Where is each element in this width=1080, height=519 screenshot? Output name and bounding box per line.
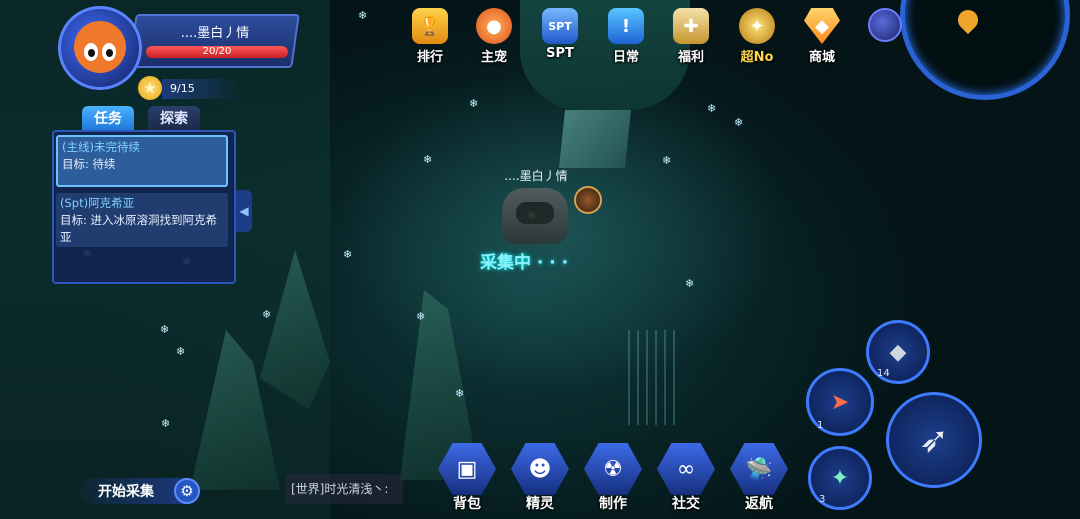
daily-icon: ! — [608, 8, 644, 44]
snowflake: ❄ — [734, 116, 744, 129]
star-count: 9/15 — [162, 79, 240, 99]
menu-label: 福利 — [677, 50, 704, 65]
menu-spt-button[interactable]: SPT SPT — [535, 8, 585, 66]
gear-icon[interactable]: ⚙ — [174, 478, 200, 504]
bottom-label: 返航 — [745, 496, 773, 512]
diamond-icon: ◆ — [804, 8, 840, 44]
snowflake: ❄ — [160, 323, 170, 336]
drill-icon: ➶ — [918, 419, 950, 461]
gift-icon: ✚ — [673, 8, 709, 44]
start-gather-label[interactable]: 开始采集 — [98, 481, 154, 501]
menu-chaono-button[interactable]: ✦ 超No — [732, 8, 782, 66]
fish-icon: ➤ — [830, 389, 850, 415]
menu-label: 排行 — [416, 50, 443, 65]
menu-label: 主宠 — [480, 50, 507, 65]
character-visor — [516, 202, 554, 224]
bottom-label: 背包 — [453, 496, 481, 512]
avatar-eye — [102, 43, 116, 61]
collapse-panel-icon[interactable]: ◀ — [236, 190, 252, 232]
hp-text: 20/20 — [202, 46, 232, 57]
collecting-status: 采集中 · · · — [480, 253, 569, 273]
snowflake: ❄ — [358, 9, 368, 22]
snowflake: ❄ — [262, 308, 272, 321]
player-character[interactable] — [502, 188, 568, 244]
menu-label: 超No — [740, 50, 774, 65]
quest-item-spt[interactable]: (Spt)阿克希亚 目标: 进入冰原溶洞找到阿克希亚 — [56, 193, 228, 247]
item-count: 3 — [819, 494, 826, 505]
item-count: 14 — [877, 368, 890, 379]
tab-tasks[interactable]: 任务 — [82, 106, 134, 132]
backpack-button[interactable]: ▣ 背包 — [436, 443, 498, 513]
item-count: 1 — [817, 420, 824, 431]
social-icon: ∞ — [657, 443, 715, 495]
menu-label: 日常 — [612, 50, 639, 65]
quest-title: (主线)未完待续 — [62, 140, 140, 154]
crystal-icon: ◆ — [889, 339, 907, 365]
snowflake: ❄ — [423, 153, 433, 166]
avatar-eye — [84, 43, 98, 61]
fish-item-slot[interactable]: ➤ 1 — [806, 368, 874, 436]
player-name: ....墨白丿情 — [180, 26, 250, 41]
world-chat[interactable]: [世界]时光清浅丶: — [285, 474, 403, 504]
minimap[interactable] — [900, 0, 1070, 100]
snowflake: ❄ — [707, 102, 717, 115]
pet-icon: ● — [476, 8, 512, 44]
social-button[interactable]: ∞ 社交 — [655, 443, 717, 513]
map-globe-icon[interactable] — [868, 8, 902, 42]
backpack-icon: ▣ — [438, 443, 496, 495]
snowflake: ❄ — [469, 97, 479, 110]
menu-daily-button[interactable]: ! 日常 — [601, 8, 651, 66]
spt-badge-icon: SPT — [542, 8, 578, 44]
character-name: ....墨白丿情 — [504, 169, 568, 183]
trophy-icon: 🏆 — [412, 8, 448, 44]
tab-explore[interactable]: 探索 — [148, 106, 200, 132]
craft-icon: ☢ — [584, 443, 642, 495]
snowflake: ❄ — [161, 417, 171, 430]
chaono-icon: ✦ — [739, 8, 775, 44]
light-beam — [628, 330, 678, 425]
capsule-icon: ✦ — [830, 465, 850, 491]
spirit-button[interactable]: ☻ 精灵 — [509, 443, 571, 513]
ufo-icon: 🛸 — [730, 443, 788, 495]
menu-shop-button[interactable]: ◆ 商城 — [797, 8, 847, 66]
game-scene: ❄ ❄ ❄ ❄ ❄ ❄ ❄ ❄ ❄ ❄ ❄ ❄ ❄ ❄ ❄ ❄ ❄ ....墨白… — [0, 0, 1080, 519]
snowflake: ❄ — [685, 277, 695, 290]
star-icon: ★ — [138, 76, 162, 100]
avatar-face — [74, 21, 126, 73]
menu-ranking-button[interactable]: 🏆 排行 — [405, 8, 455, 66]
bottom-label: 精灵 — [526, 496, 554, 512]
menu-label: SPT — [546, 46, 574, 61]
quest-desc: 目标: 待续 — [62, 157, 116, 171]
capsule-item-slot[interactable]: ✦ 3 — [808, 446, 872, 510]
craft-button[interactable]: ☢ 制作 — [582, 443, 644, 513]
snowflake: ❄ — [662, 154, 672, 167]
snowflake: ❄ — [455, 387, 465, 400]
snowflake: ❄ — [416, 310, 426, 323]
menu-label: 商城 — [808, 50, 835, 65]
menu-welfare-button[interactable]: ✚ 福利 — [666, 8, 716, 66]
ice-cube — [558, 110, 632, 168]
crystal-item-slot[interactable]: ◆ 14 — [866, 320, 930, 384]
return-button[interactable]: 🛸 返航 — [728, 443, 790, 513]
quest-item-main[interactable]: (主线)未完待续 目标: 待续 — [56, 135, 228, 187]
drill-action-button[interactable]: ➶ — [886, 392, 982, 488]
menu-main-pet-button[interactable]: ● 主宠 — [469, 8, 519, 66]
snowflake: ❄ — [343, 248, 353, 261]
quest-desc: 目标: 进入冰原溶洞找到阿克希亚 — [60, 213, 218, 244]
bottom-label: 制作 — [599, 496, 627, 512]
spirit-icon: ☻ — [511, 443, 569, 495]
player-avatar[interactable] — [58, 6, 142, 90]
bottom-label: 社交 — [672, 496, 700, 512]
quest-title: (Spt)阿克希亚 — [60, 196, 135, 210]
companion-pet — [574, 186, 602, 214]
snowflake: ❄ — [176, 345, 186, 358]
